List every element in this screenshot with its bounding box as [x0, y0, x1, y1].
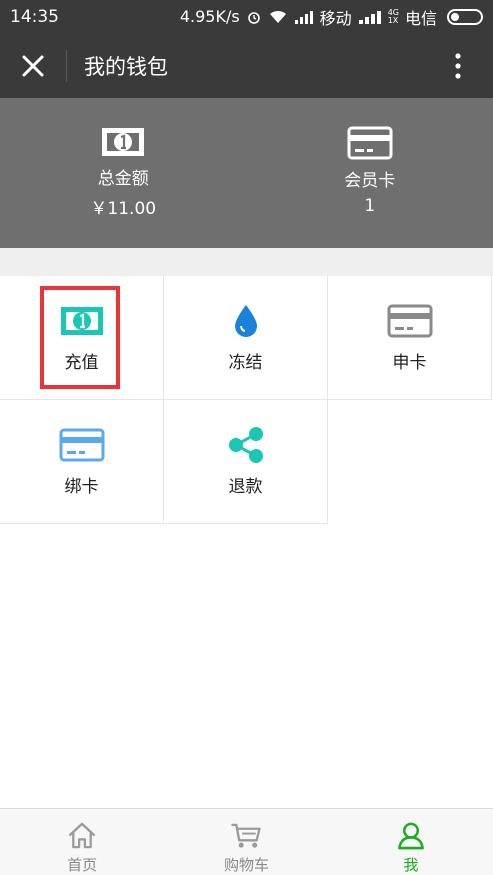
apply-card-label: 申卡: [392, 353, 427, 373]
more-vertical-icon: [455, 52, 461, 79]
cart-icon: [231, 823, 262, 848]
summary-total[interactable]: 总金额 ￥11.00: [0, 98, 247, 248]
empty-cell: [328, 400, 492, 524]
tab-me[interactable]: 我: [329, 809, 493, 875]
close-icon: [22, 55, 44, 76]
bind-card-icon-wrap: [59, 426, 105, 464]
status-indicators: 4.95K/s 移动 4G 1X 电信: [180, 5, 483, 29]
home-icon: [68, 822, 96, 849]
close-button[interactable]: [0, 33, 66, 98]
page-title: 我的钱包: [84, 54, 168, 79]
status-time: 14:35: [10, 6, 59, 27]
grid-row: 绑卡 退款: [0, 400, 493, 524]
summary-total-value: ￥11.00: [90, 199, 157, 219]
banknote-icon: [102, 128, 145, 156]
share-icon: [228, 427, 263, 463]
wifi-icon: [269, 10, 286, 23]
bind-card-label: 绑卡: [64, 477, 99, 497]
summary-member-card-label: 会员卡: [344, 171, 396, 191]
refund-button[interactable]: 退款: [164, 400, 328, 524]
tab-cart-label: 购物车: [223, 856, 269, 874]
tab-me-label: 我: [403, 856, 419, 874]
network-speed: 4.95K/s: [179, 7, 240, 26]
signal-icon: [294, 10, 313, 24]
freeze-icon-wrap: [233, 302, 259, 340]
apply-card-icon-wrap: [387, 302, 433, 340]
summary-member-card[interactable]: 会员卡 1: [247, 98, 493, 248]
card-icon: [347, 126, 393, 160]
banknote-icon: [60, 307, 103, 335]
carrier-2: 电信: [404, 8, 437, 28]
user-icon: [397, 822, 424, 850]
refund-label: 退款: [228, 477, 263, 497]
wallet-actions-grid: 充值 冻结 申卡 绑卡 退款: [0, 276, 493, 524]
tab-home[interactable]: 首页: [0, 809, 164, 875]
more-button[interactable]: [423, 33, 493, 98]
droplet-icon: [234, 305, 257, 337]
summary-total-label: 总金额: [97, 169, 149, 189]
freeze-button[interactable]: 冻结: [164, 276, 328, 400]
card-icon: [387, 304, 432, 338]
apply-card-button[interactable]: 申卡: [328, 276, 492, 400]
carrier-1: 移动: [319, 8, 352, 28]
freeze-label: 冻结: [228, 353, 263, 373]
tab-home-label: 首页: [67, 856, 98, 874]
status-bar: 14:35 4.95K/s 移动 4G 1X 电信: [0, 0, 493, 33]
section-gap: [0, 248, 493, 276]
title-divider: [66, 49, 67, 82]
signal-icon-2: [358, 10, 381, 24]
alarm-icon: [247, 11, 260, 24]
recharge-button[interactable]: 充值: [0, 276, 164, 400]
bind-card-button[interactable]: 绑卡: [0, 400, 164, 524]
recharge-icon-wrap: [59, 302, 105, 340]
refund-icon-wrap: [227, 426, 265, 464]
network-type: 4G 1X: [387, 8, 399, 25]
grid-row: 充值 冻结 申卡: [0, 276, 493, 400]
wallet-summary: 总金额 ￥11.00 会员卡 1: [0, 98, 493, 248]
recharge-label: 充值: [64, 353, 99, 373]
summary-member-card-value: 1: [364, 196, 376, 216]
card-icon: [59, 428, 104, 462]
network-type-bottom: 1X: [387, 15, 399, 25]
title-bar: 我的钱包: [0, 33, 493, 98]
tab-cart[interactable]: 购物车: [164, 809, 328, 875]
bottom-tab-bar: 首页 购物车 我: [0, 808, 493, 875]
battery-icon: [447, 8, 483, 25]
